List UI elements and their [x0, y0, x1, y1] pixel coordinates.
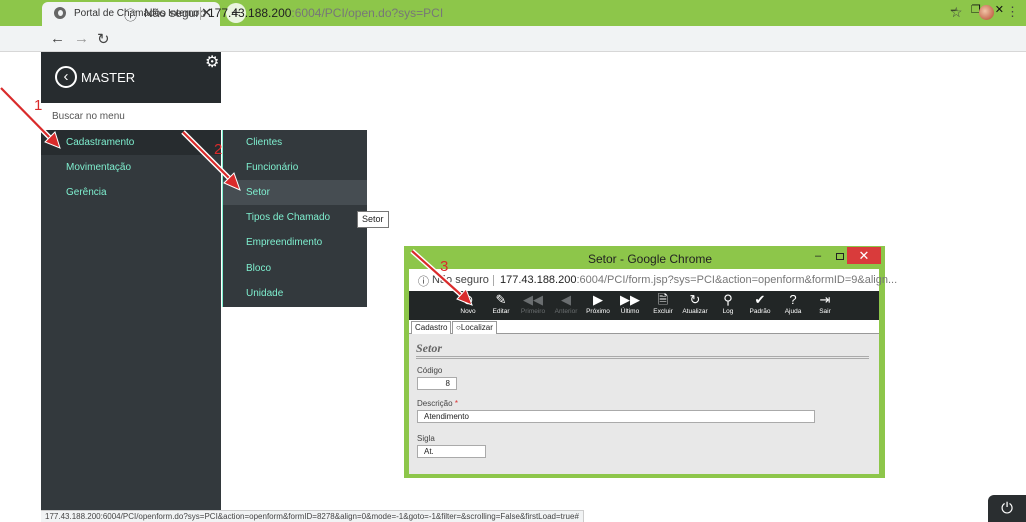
refresh-icon: ↻ [689, 292, 701, 307]
favicon-icon [54, 7, 66, 19]
back-circle-icon[interactable]: ‹ [55, 66, 77, 88]
descricao-field[interactable]: Atendimento [417, 410, 815, 423]
toolbar-label: Atualizar [682, 308, 708, 315]
check-icon: ✔ [754, 292, 766, 307]
toolbar-padrao-button[interactable]: ✔ Padrão [744, 292, 776, 316]
toolbar-log-button[interactable]: ⚲ Log [712, 292, 744, 316]
browser-menu-icon[interactable]: ⋮ [1006, 4, 1019, 20]
popup-url-host: 177.43.188.200 [500, 274, 577, 286]
sigla-field[interactable]: At. [417, 445, 486, 458]
toolbar-label: Sair [819, 308, 831, 315]
sidebar-title: MASTER [81, 70, 136, 85]
tab-localizar[interactable]: ○Localizar [452, 321, 497, 334]
toolbar-label: Anterior [554, 308, 578, 315]
descricao-label-text: Descrição [417, 399, 453, 408]
address-bar[interactable]: 177.43.188.200:6004/PCI/open.do?sys=PCI [208, 6, 443, 20]
tooltip: Setor [357, 211, 389, 228]
toolbar-ultimo-button[interactable]: ▶▶ Último [614, 292, 646, 316]
toolbar-editar-button[interactable]: ✎ Editar [485, 292, 517, 316]
tab-cadastro[interactable]: Cadastro [411, 321, 452, 334]
toolbar-excluir-button[interactable]: 🗎 Excluir [647, 292, 679, 316]
toolbar-label: Primeiro [520, 308, 546, 315]
codigo-label: Código [417, 366, 443, 375]
sidebar-item-movimentacao[interactable]: Movimentação [41, 155, 221, 180]
previous-icon: ◀ [561, 292, 571, 307]
info-icon[interactable]: ⓘ [124, 5, 137, 24]
popup-url-path: :6004/PCI/form.jsp?sys=PCI&action=openfo… [576, 274, 898, 286]
submenu-item-setor[interactable]: Setor [223, 180, 367, 205]
toolbar-label: Novo [460, 308, 476, 315]
popup-minimize-button[interactable]: – [815, 250, 821, 262]
first-icon: ◀◀ [523, 292, 543, 307]
security-label[interactable]: Não seguro [144, 6, 206, 20]
new-icon: ⊕ [462, 292, 474, 307]
exit-icon: ⇥ [819, 292, 831, 307]
browser-toolbar: ← → ↻ [0, 26, 1026, 52]
url-host: 177.43.188.200 [208, 6, 292, 20]
submenu-item-unidade[interactable]: Unidade [223, 281, 367, 306]
edit-icon: ✎ [495, 292, 507, 307]
profile-avatar[interactable] [979, 5, 994, 20]
codigo-field[interactable]: 8 [417, 377, 457, 390]
toolbar-ajuda-button[interactable]: ? Ajuda [777, 292, 809, 316]
submenu-item-empreendimento[interactable]: Empreendimento [223, 230, 367, 255]
form-divider [416, 356, 869, 359]
toolbar-label: Editar [492, 308, 510, 315]
popup-maximize-button[interactable] [836, 253, 844, 260]
popup-info-icon[interactable]: ⓘ [418, 273, 429, 289]
sidebar-item-gerencia[interactable]: Gerência [41, 180, 221, 205]
sigla-label: Sigla [417, 434, 435, 443]
help-icon: ? [789, 292, 797, 307]
next-icon: ▶ [593, 292, 603, 307]
status-bar-url: 177.43.188.200:6004/PCI/openform.do?sys=… [41, 510, 584, 522]
submenu-item-funcionario[interactable]: Funcionário [223, 155, 367, 180]
bookmark-star-icon[interactable]: ☆ [950, 4, 963, 21]
forward-arrow-icon[interactable]: → [74, 30, 89, 47]
popup-close-button[interactable]: ✕ [847, 247, 881, 264]
toolbar-label: Ajuda [784, 308, 802, 315]
toolbar-label: Último [620, 308, 640, 315]
submenu-item-bloco[interactable]: Bloco [223, 256, 367, 281]
submenu-item-tipos-de-chamado[interactable]: Tipos de Chamado [223, 205, 367, 230]
menu-search-input[interactable] [41, 103, 221, 130]
omnibox-separator [200, 7, 201, 20]
toolbar-novo-button[interactable]: ⊕ Novo [452, 292, 484, 316]
toolbar-label: Excluir [653, 308, 673, 315]
submenu-item-clientes[interactable]: Clientes [223, 130, 367, 155]
annotation-number-2: 2 [214, 141, 223, 158]
popup-title: Setor - Google Chrome [588, 252, 713, 266]
toolbar-label: Log [722, 308, 734, 315]
annotation-number-3: 3 [440, 258, 449, 275]
tab-localizar-label: Localizar [460, 323, 493, 332]
last-icon: ▶▶ [620, 292, 640, 307]
log-search-icon: ⚲ [723, 292, 733, 307]
descricao-label: Descrição * [417, 399, 458, 408]
reload-icon[interactable]: ↻ [97, 30, 110, 48]
toolbar-sair-button[interactable]: ⇥ Sair [809, 292, 841, 316]
sidebar-item-cadastramento[interactable]: Cadastramento [41, 130, 221, 155]
delete-icon: 🗎 [657, 292, 669, 307]
gear-icon[interactable]: ⚙ [205, 52, 219, 72]
url-path: :6004/PCI/open.do?sys=PCI [291, 6, 444, 20]
toolbar-primeiro-button[interactable]: ◀◀ Primeiro [517, 292, 549, 316]
popup-omnibox-separator [493, 275, 494, 286]
form-title: Setor [416, 341, 443, 355]
annotation-number-1: 1 [34, 97, 43, 114]
toolbar-proximo-button[interactable]: ▶ Próximo [582, 292, 614, 316]
toolbar-label: Próximo [586, 308, 610, 315]
popup-url: 177.43.188.200:6004/PCI/form.jsp?sys=PCI… [500, 274, 897, 286]
popup-security-label: Não seguro [432, 274, 489, 286]
toolbar-atualizar-button[interactable]: ↻ Atualizar [679, 292, 711, 316]
required-mark: * [454, 399, 458, 408]
back-arrow-icon[interactable]: ← [50, 30, 65, 47]
toolbar-label: Padrão [749, 308, 771, 315]
power-icon[interactable]: ⏻ [988, 495, 1026, 522]
toolbar-anterior-button[interactable]: ◀ Anterior [550, 292, 582, 316]
